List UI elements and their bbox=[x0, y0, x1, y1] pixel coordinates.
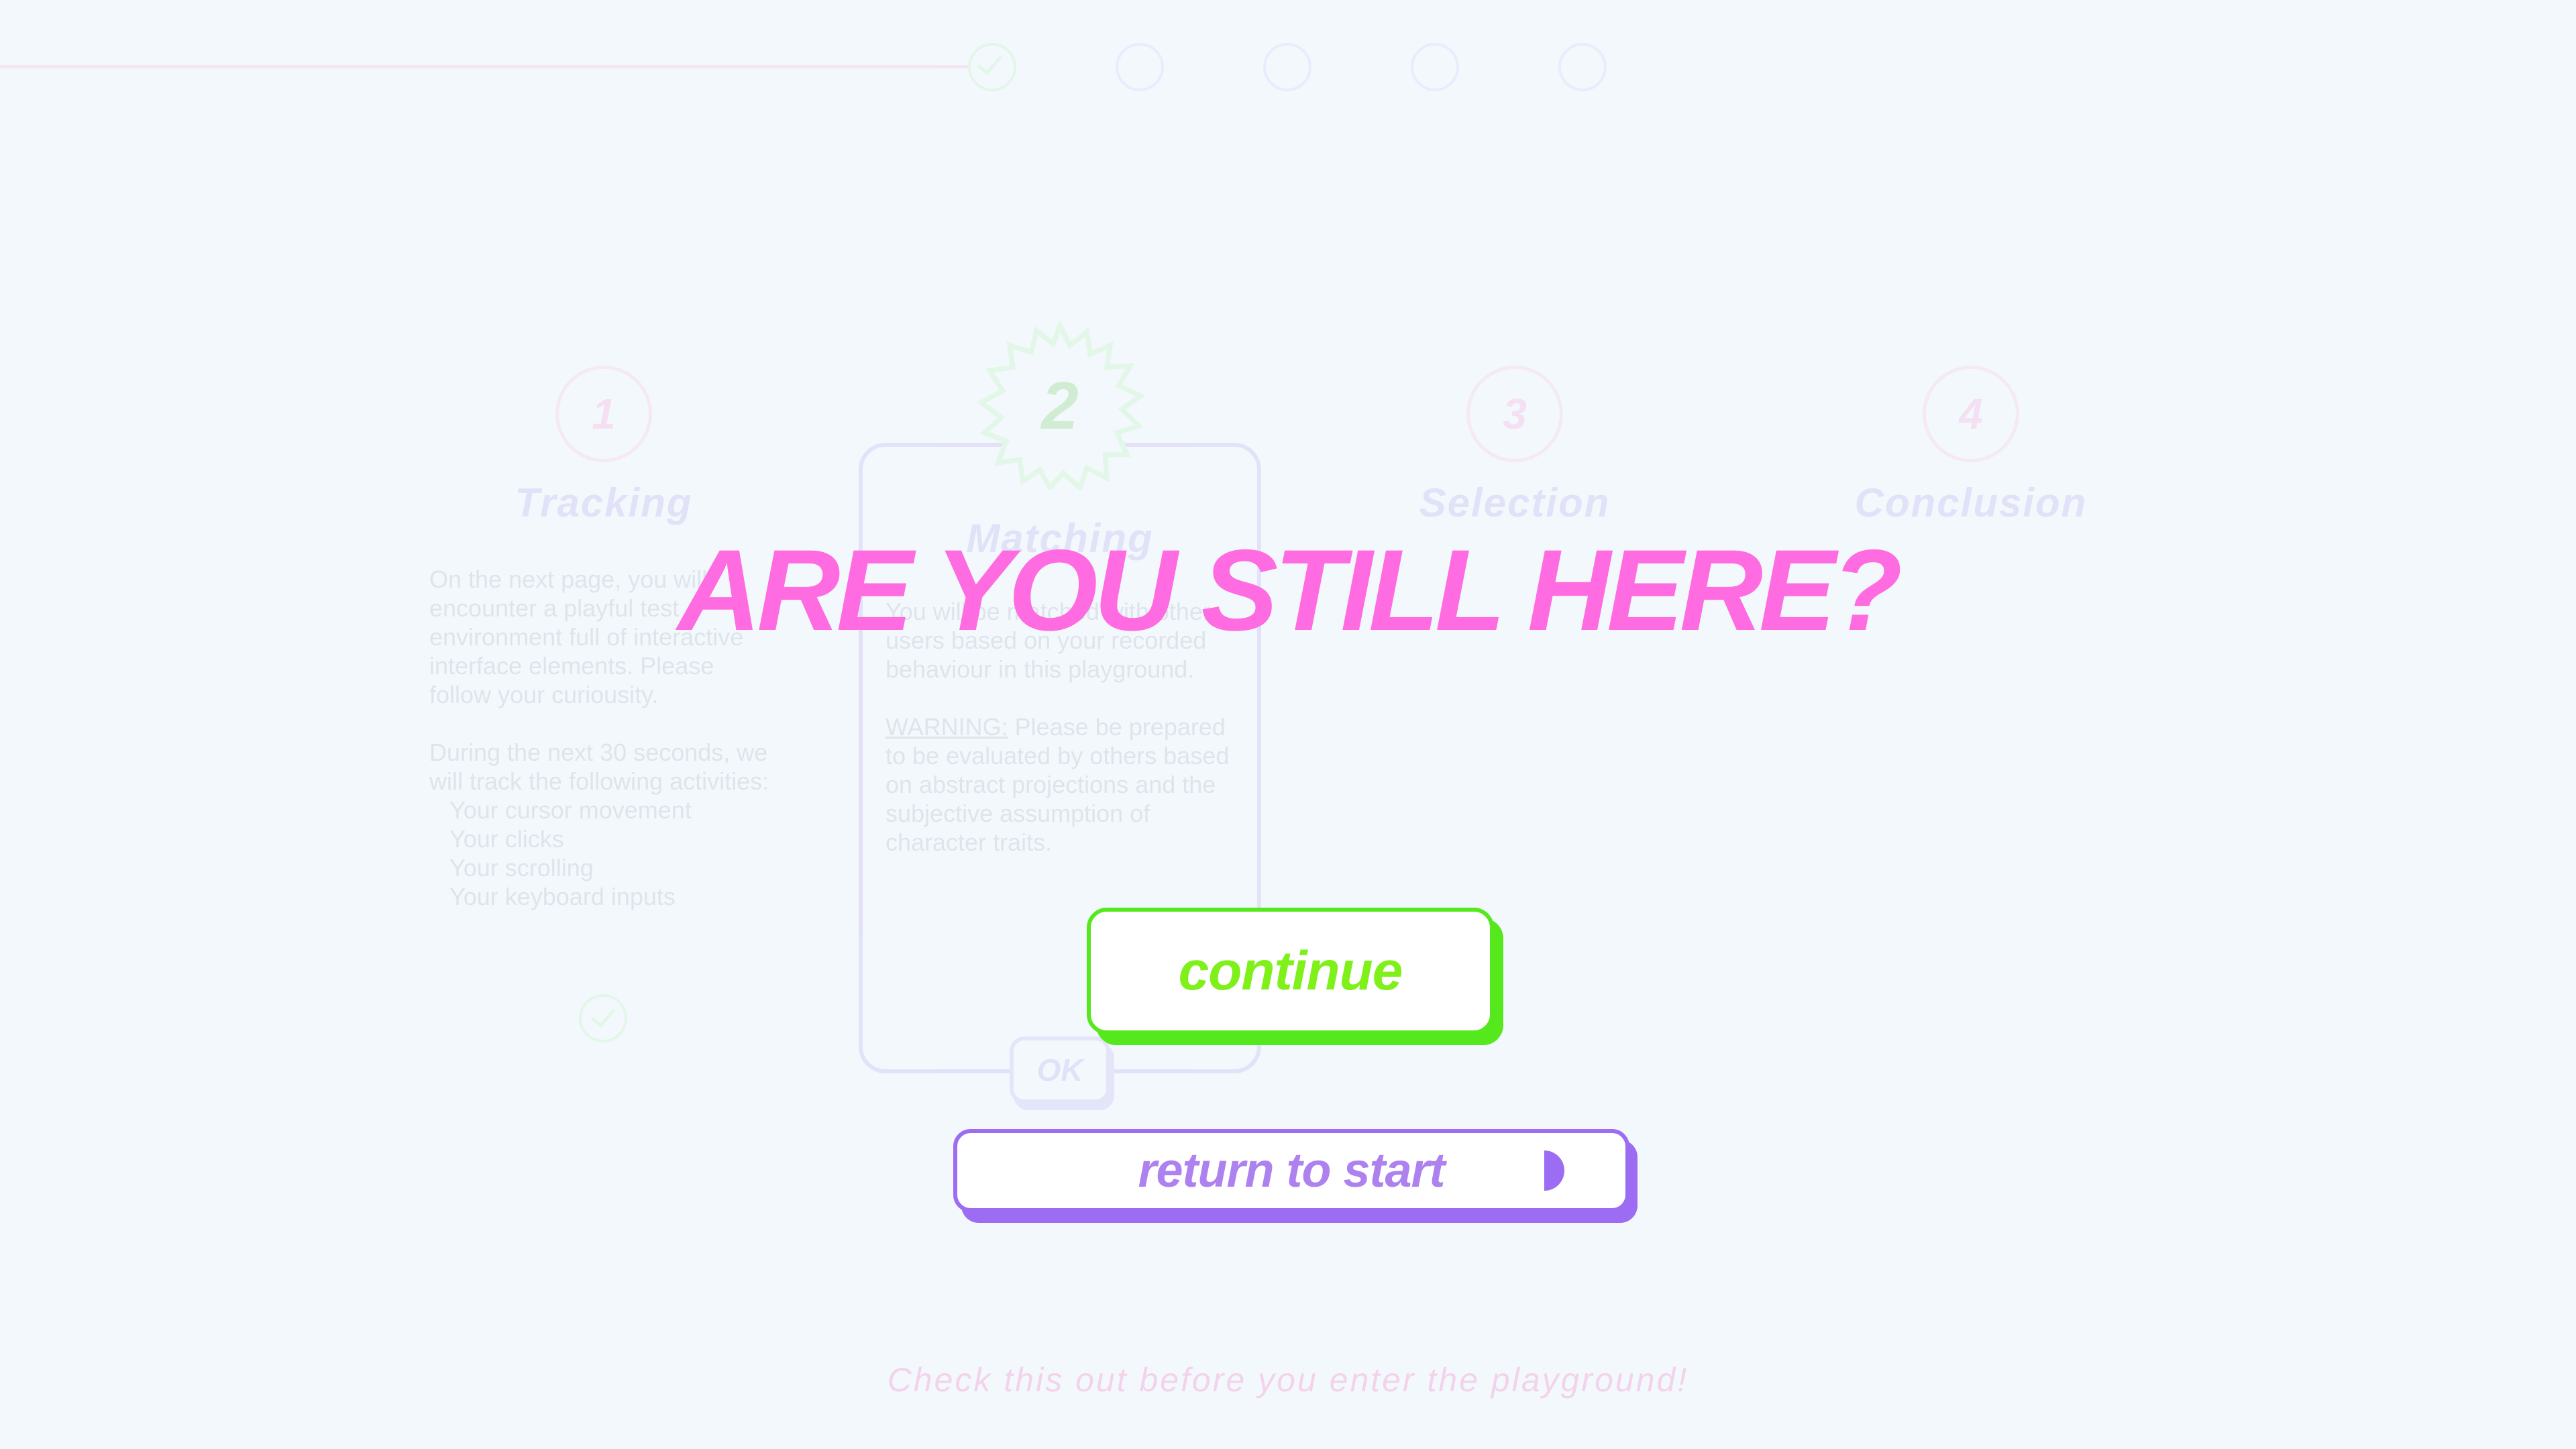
step-1-number: 1 bbox=[555, 366, 652, 462]
warning-label: WARNING: bbox=[885, 713, 1008, 741]
progress-step-5 bbox=[1558, 43, 1607, 91]
continue-button[interactable]: continue bbox=[1087, 908, 1494, 1034]
step-1-title: Tracking bbox=[515, 480, 693, 525]
step-1-complete-icon bbox=[579, 994, 627, 1042]
progress-step-4 bbox=[1411, 43, 1459, 91]
countdown-timer-icon bbox=[1544, 1150, 1564, 1191]
background-page: 1 Tracking On the next page, you will en… bbox=[0, 0, 2576, 1449]
continue-label: continue bbox=[1178, 940, 1403, 1002]
step-3-number: 3 bbox=[1466, 366, 1563, 462]
progress-step-2 bbox=[1116, 43, 1164, 91]
step-2-warning: WARNING: Please be prepared to be evalua… bbox=[885, 712, 1241, 857]
return-to-start-button[interactable]: return to start bbox=[953, 1129, 1629, 1212]
progress-step-3 bbox=[1263, 43, 1311, 91]
step-3-title: Selection bbox=[1419, 480, 1611, 525]
step-2-number: 2 bbox=[1041, 368, 1079, 443]
list-item: Your keyboard inputs bbox=[449, 883, 676, 910]
list-item: Your clicks bbox=[449, 825, 564, 853]
list-item: Your scrolling bbox=[449, 854, 594, 881]
step-4-title: Conclusion bbox=[1854, 480, 2088, 525]
progress-line bbox=[0, 65, 1006, 68]
check-icon bbox=[977, 49, 1002, 76]
step-1-paragraph: During the next 30 seconds, we will trac… bbox=[429, 739, 769, 795]
list-item: Your cursor movement bbox=[449, 796, 692, 824]
ok-button[interactable]: OK bbox=[1010, 1036, 1110, 1104]
progress-step-1-done bbox=[968, 43, 1016, 91]
step-4-number: 4 bbox=[1923, 366, 2019, 462]
footer-hint: Check this out before you enter the play… bbox=[887, 1361, 1689, 1399]
still-here-headline: ARE YOU STILL HERE? bbox=[678, 526, 1902, 655]
tracked-activities-list: Your cursor movement Your clicks Your sc… bbox=[429, 796, 778, 911]
